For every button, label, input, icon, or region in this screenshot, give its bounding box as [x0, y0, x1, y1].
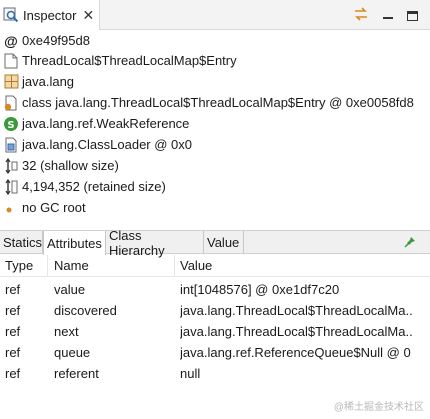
table-header: Type Name Value	[0, 255, 430, 277]
column-divider[interactable]	[174, 255, 175, 277]
inspector-tab[interactable]: Inspector ✕	[0, 0, 100, 30]
cell-value: java.lang.ThreadLocal$ThreadLocalMa...	[180, 324, 412, 339]
class-object-icon	[3, 95, 19, 111]
table-row[interactable]: ref queue java.lang.ref.ReferenceQueue$N…	[0, 342, 430, 363]
minimize-icon[interactable]	[383, 17, 393, 19]
cell-value: null	[180, 366, 201, 381]
tab-class-hierarchy-label: Class Hierarchy	[109, 227, 165, 258]
watermark-text: @稀土掘金技术社区	[333, 402, 424, 413]
sync-arrows-icon[interactable]	[353, 6, 369, 25]
tab-attributes-label: Attributes	[47, 235, 102, 251]
gc-root-dot-icon	[3, 200, 19, 216]
cell-name: next	[54, 324, 79, 339]
superclass-icon: S	[3, 116, 19, 132]
table-row[interactable]: ref discovered java.lang.ThreadLocal$Thr…	[0, 300, 430, 321]
table-row[interactable]: ref next java.lang.ThreadLocal$ThreadLoc…	[0, 321, 430, 342]
cell-type: ref	[5, 282, 21, 297]
svg-text:S: S	[7, 120, 14, 131]
view-titlebar: Inspector ✕	[0, 0, 430, 30]
gc-root-text: no GC root	[22, 200, 86, 215]
tab-value-label: Value	[207, 235, 240, 250]
classloader-text: java.lang.ClassLoader @ 0x0	[22, 137, 193, 152]
cell-name: queue	[54, 345, 91, 360]
cell-value: int[1048576] @ 0xe1df7c20	[180, 282, 340, 297]
cell-type: ref	[5, 303, 21, 318]
cell-value: java.lang.ThreadLocal$ThreadLocalMa...	[180, 303, 412, 318]
tab-statics[interactable]: Statics	[0, 231, 43, 254]
table-row[interactable]: ref value int[1048576] @ 0xe1df7c20	[0, 279, 430, 300]
close-icon[interactable]: ✕	[82, 8, 94, 22]
class-object-row: class java.lang.ThreadLocal$ThreadLocalM…	[3, 92, 414, 113]
tab-statics-label: Statics	[3, 235, 43, 250]
package-text: java.lang	[22, 74, 75, 89]
package-row: java.lang	[3, 71, 74, 92]
retained-size-text: 4,194,352 (retained size)	[22, 179, 166, 194]
shallow-size-row: 32 (shallow size)	[3, 155, 119, 176]
header-type[interactable]: Type	[5, 258, 33, 273]
address-row: @ 0xe49f95d8	[3, 30, 90, 51]
inspector-subtabs: Statics Attributes Class Hierarchy Value	[0, 228, 430, 258]
superclass-text: java.lang.ref.WeakReference	[22, 116, 190, 131]
tab-class-hierarchy[interactable]: Class Hierarchy	[106, 228, 204, 258]
address-text: 0xe49f95d8	[22, 33, 90, 48]
cell-value: java.lang.ref.ReferenceQueue$Null @ 0...	[180, 345, 412, 360]
cell-name: value	[54, 282, 86, 297]
header-value[interactable]: Value	[180, 258, 212, 273]
class-name-row: ThreadLocal$ThreadLocalMap$Entry	[3, 50, 237, 71]
retained-size-row: 4,194,352 (retained size)	[3, 176, 166, 197]
superclass-row: S java.lang.ref.WeakReference	[3, 113, 189, 134]
retained-size-icon	[3, 178, 19, 195]
classloader-row: java.lang.ClassLoader @ 0x0	[3, 134, 192, 155]
tab-value[interactable]: Value	[204, 231, 244, 254]
class-name-text: ThreadLocal$ThreadLocalMap$Entry	[22, 53, 237, 68]
inspector-tab-label: Inspector	[23, 7, 77, 23]
cell-type: ref	[5, 345, 21, 360]
gc-root-row: no GC root	[3, 197, 86, 218]
pin-icon[interactable]	[404, 236, 416, 251]
package-icon	[3, 74, 19, 90]
cell-type: ref	[5, 324, 21, 339]
maximize-icon[interactable]	[407, 10, 418, 21]
table-row[interactable]: ref referent null	[0, 363, 430, 384]
cell-name: discovered	[54, 303, 117, 318]
cell-name: referent	[54, 366, 99, 381]
classloader-icon	[3, 137, 19, 153]
inspector-icon	[3, 7, 19, 23]
cell-type: ref	[5, 366, 21, 381]
shallow-size-icon	[3, 157, 19, 174]
column-divider[interactable]	[47, 255, 48, 277]
class-file-icon	[3, 53, 19, 69]
shallow-size-text: 32 (shallow size)	[22, 158, 119, 173]
tab-attributes[interactable]: Attributes	[43, 231, 106, 255]
class-object-text: class java.lang.ThreadLocal$ThreadLocalM…	[22, 95, 414, 110]
header-name[interactable]: Name	[54, 258, 89, 273]
address-icon: @	[4, 32, 18, 49]
